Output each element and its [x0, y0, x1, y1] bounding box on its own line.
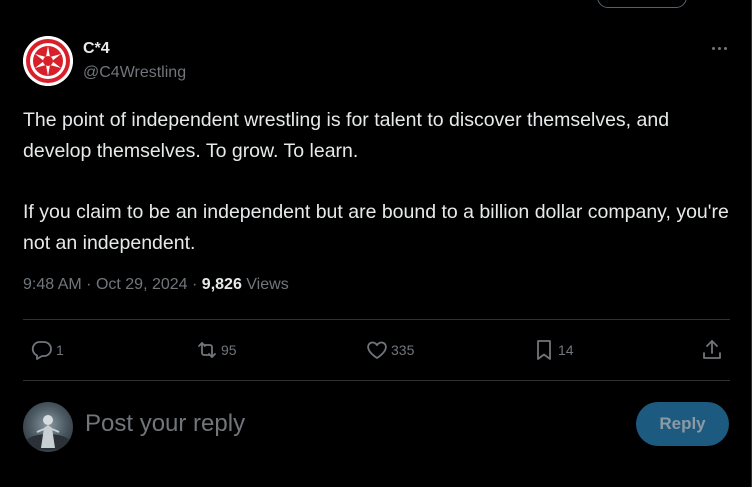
- user-avatar[interactable]: [23, 402, 73, 452]
- reply-count: 1: [56, 342, 64, 358]
- divider: [23, 319, 730, 320]
- like-action[interactable]: 335: [365, 336, 414, 364]
- meta-separator: ·: [192, 276, 198, 293]
- reply-action[interactable]: 1: [30, 336, 64, 364]
- reply-icon: [31, 341, 52, 360]
- c4-logo-icon: [23, 36, 73, 86]
- reply-button[interactable]: Reply: [636, 402, 729, 446]
- repost-icon: [198, 342, 216, 358]
- bookmark-icon: [537, 340, 551, 360]
- bookmark-count: 14: [558, 342, 574, 358]
- tweet-paragraph-2: If you claim to be an independent but ar…: [23, 201, 729, 254]
- tweet-date[interactable]: Oct 29, 2024: [96, 276, 188, 293]
- views-label: Views: [246, 276, 289, 293]
- meta-separator: ·: [86, 276, 92, 293]
- tweet-paragraph-1: The point of independent wrestling is fo…: [23, 109, 670, 162]
- author-avatar[interactable]: [23, 36, 73, 86]
- repost-count: 95: [221, 342, 237, 358]
- bookmark-action[interactable]: 14: [532, 336, 574, 364]
- heart-icon: [367, 341, 387, 359]
- author-handle[interactable]: @C4Wrestling: [83, 64, 186, 82]
- user-avatar-image: [26, 415, 70, 450]
- divider: [23, 380, 730, 381]
- share-action[interactable]: [700, 336, 724, 364]
- reply-input[interactable]: Post your reply: [85, 410, 245, 438]
- views-count: 9,826: [201, 276, 242, 293]
- tweet-text: The point of independent wrestling is fo…: [23, 105, 733, 259]
- tweet-meta: 9:48 AM · Oct 29, 2024 · 9,826 Views: [23, 276, 289, 294]
- like-count: 335: [391, 342, 415, 358]
- more-icon[interactable]: [708, 40, 730, 56]
- tweet-time[interactable]: 9:48 AM: [23, 276, 82, 293]
- share-icon: [703, 340, 721, 359]
- repost-action[interactable]: 95: [195, 336, 237, 364]
- top-pill-button[interactable]: [597, 0, 687, 8]
- author-name[interactable]: C*4: [83, 40, 110, 58]
